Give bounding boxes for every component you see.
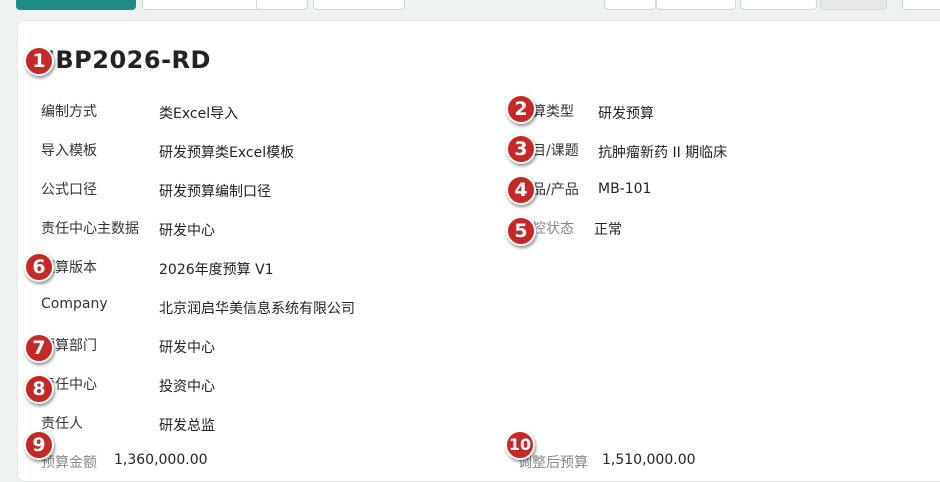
adjusted-amount-value: 1,510,000.00: [602, 452, 696, 468]
toolbar-button-8[interactable]: [820, 0, 887, 10]
toolbar-button-3[interactable]: [256, 0, 308, 10]
field-value-formula-basis: 研发预算编制口径: [159, 184, 271, 200]
field-value-responsibility-master: 研发中心: [159, 223, 215, 239]
field-value-import-template: 研发预算类Excel模板: [159, 145, 295, 161]
annotation-badge-1: 1: [24, 46, 54, 76]
field-value-project: 抗肿瘤新药 II 期临床: [598, 145, 728, 161]
toolbar-button-2[interactable]: [142, 0, 274, 10]
field-value-owner: 研发总监: [159, 418, 215, 434]
field-value-product: MB-101: [598, 181, 652, 197]
annotation-badge-8: 8: [24, 374, 54, 404]
field-value-responsibility-center: 投资中心: [159, 379, 215, 395]
annotation-badge-7: 7: [24, 333, 54, 363]
annotation-badge-5: 5: [506, 216, 536, 246]
field-value-budget-version: 2026年度预算 V1: [159, 262, 274, 278]
amount-value: 1,360,000.00: [114, 452, 208, 468]
top-toolbar: [0, 0, 940, 12]
annotation-badge-6: 6: [24, 252, 54, 282]
field-label-owner: 责任人: [41, 416, 83, 432]
field-value-compile-method: 类Excel导入: [159, 106, 239, 122]
toolbar-button-9[interactable]: [902, 0, 940, 10]
annotation-badge-10: 10: [505, 430, 535, 460]
page-title: MBP2026-RD: [31, 46, 211, 74]
field-label-responsibility-master: 责任中心主数据: [41, 221, 139, 237]
toolbar-button-6[interactable]: [656, 0, 736, 10]
field-value-budget-department: 研发中心: [159, 340, 215, 356]
field-value-company: 北京润启华美信息系统有限公司: [159, 301, 355, 317]
field-label-import-template: 导入模板: [41, 143, 97, 159]
field-value-control-status: 正常: [594, 222, 622, 238]
toolbar-button-4[interactable]: [313, 0, 405, 10]
annotation-badge-3: 3: [506, 134, 536, 164]
field-label-compile-method: 编制方式: [41, 104, 97, 120]
field-value-budget-type: 研发预算: [598, 106, 654, 122]
annotation-badge-2: 2: [506, 94, 536, 124]
field-label-formula-basis: 公式口径: [41, 182, 97, 198]
annotation-badge-4: 4: [506, 175, 536, 205]
toolbar-button-7[interactable]: [740, 0, 817, 10]
budget-detail-card: [17, 20, 940, 482]
field-label-company: Company: [41, 296, 108, 312]
toolbar-button-5[interactable]: [604, 0, 656, 10]
annotation-badge-9: 9: [24, 430, 54, 460]
toolbar-primary-button[interactable]: [16, 0, 136, 10]
